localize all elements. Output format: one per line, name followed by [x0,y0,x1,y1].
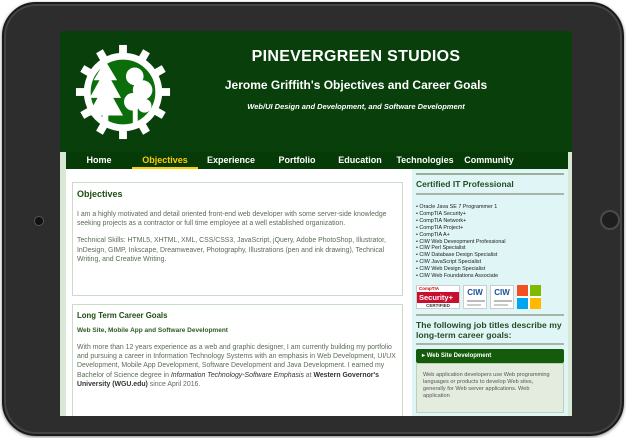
sidebar-rule [416,193,564,195]
objectives-panel: Objectives I am a highly motivated and d… [72,182,403,296]
list-item: • CIW Database Design Specialist [416,252,498,259]
goals-text-end: since April 2016. [147,380,201,388]
list-item: • CIW Web Foundations Associate [416,273,499,280]
page-tagline: Web/UI Design and Development, and Softw… [247,102,465,111]
objectives-heading: Objectives [77,189,123,199]
ciw-label: CIW [467,287,483,297]
accordion-label: Web Site Development [426,352,492,359]
badge-line [467,299,485,302]
ciw-badge-2: CIW [490,284,514,309]
main-nav: Home Objectives Experience Portfolio Edu… [66,152,568,169]
list-item: • Oracle Java SE 7 Programmer 1 [416,204,498,210]
home-button[interactable] [600,210,620,230]
cert-title: Certified IT Professional [416,179,514,189]
career-goals-heading: Long Term Career Goals [77,311,168,320]
brand-title: PINEVERGREEN STUDIOS [251,48,461,65]
degree-name: Information Technology-Software Emphasis [170,371,304,379]
nav-experience[interactable]: Experience [198,152,264,169]
nav-home[interactable]: Home [66,152,132,169]
nav-portfolio[interactable]: Portfolio [264,152,330,169]
pinevergreen-logo [75,44,171,140]
technical-skills: Technical Skills: HTML5, XHTML, XML, CSS… [77,237,386,263]
list-item: • CIW Web Deveopment Professional [416,238,506,245]
job-titles-heading: The following job titles describe my lon… [416,319,562,340]
ciw-badge-1: CIW [463,284,487,309]
nav-education[interactable]: Education [330,152,390,169]
nav-community[interactable]: Community [460,152,518,169]
ciw-label: CIW [494,287,510,297]
badge-line [494,303,508,306]
list-item: • CIW JavaScript Specialist [416,259,482,266]
security-label: Security+ [417,291,459,303]
sidebar-rule [416,313,564,316]
sidebar-rule [416,342,564,345]
list-item: • CompTIA Network+ [416,217,467,224]
content-area: Objectives I am a highly motivated and d… [66,169,568,416]
career-goals-subheading: Web Site, Mobile App and Software Develo… [77,327,228,334]
certified-label: CERTIFIED [426,302,450,308]
career-goals-text: With more than 12 years experience as a … [77,343,398,389]
camera-icon [34,216,44,226]
list-item: • CIW Web Design Specialist [416,266,486,273]
screen: PINEVERGREEN STUDIOS Jerome Griffith's O… [60,31,572,416]
list-item: • CompTIA Security+ [416,210,466,217]
career-goals-panel: Long Term Career Goals Web Site, Mobile … [72,304,403,416]
sidebar-divider [416,173,564,175]
main-column: Objectives I am a highly motivated and d… [66,169,408,416]
caret-right-icon: ▸ [422,352,426,359]
accordion-body: Web application developers use Web progr… [416,362,564,413]
tablet-frame: PINEVERGREEN STUDIOS Jerome Griffith's O… [2,2,624,436]
page-subtitle: Jerome Griffith's Objectives and Career … [224,78,488,92]
sidebar: Certified IT Professional • Oracle Java … [412,169,568,416]
objectives-summary: I am a highly motivated and detail orien… [77,211,387,228]
nav-technologies[interactable]: Technologies [390,152,460,169]
accordion-web-site-development[interactable]: ▸ Web Site Development [416,348,564,363]
list-item: • CompTIA Project+ [416,224,464,231]
cert-list: • Oracle Java SE 7 Programmer 1 • CompTI… [416,204,564,280]
comptia-security-badge: CompTIA Security+ CERTIFIED [416,284,460,309]
site-header: PINEVERGREEN STUDIOS Jerome Griffith's O… [60,31,572,152]
nav-objectives[interactable]: Objectives [132,152,198,169]
list-item: • CIW Perl Specialist [416,245,466,252]
badge-line [494,299,512,302]
cert-badges: CompTIA Security+ CERTIFIED CIW CIW [416,284,564,309]
badge-line [467,303,481,306]
microsoft-logo-icon [517,284,541,309]
list-item: • CompTIA A+ [416,231,450,238]
